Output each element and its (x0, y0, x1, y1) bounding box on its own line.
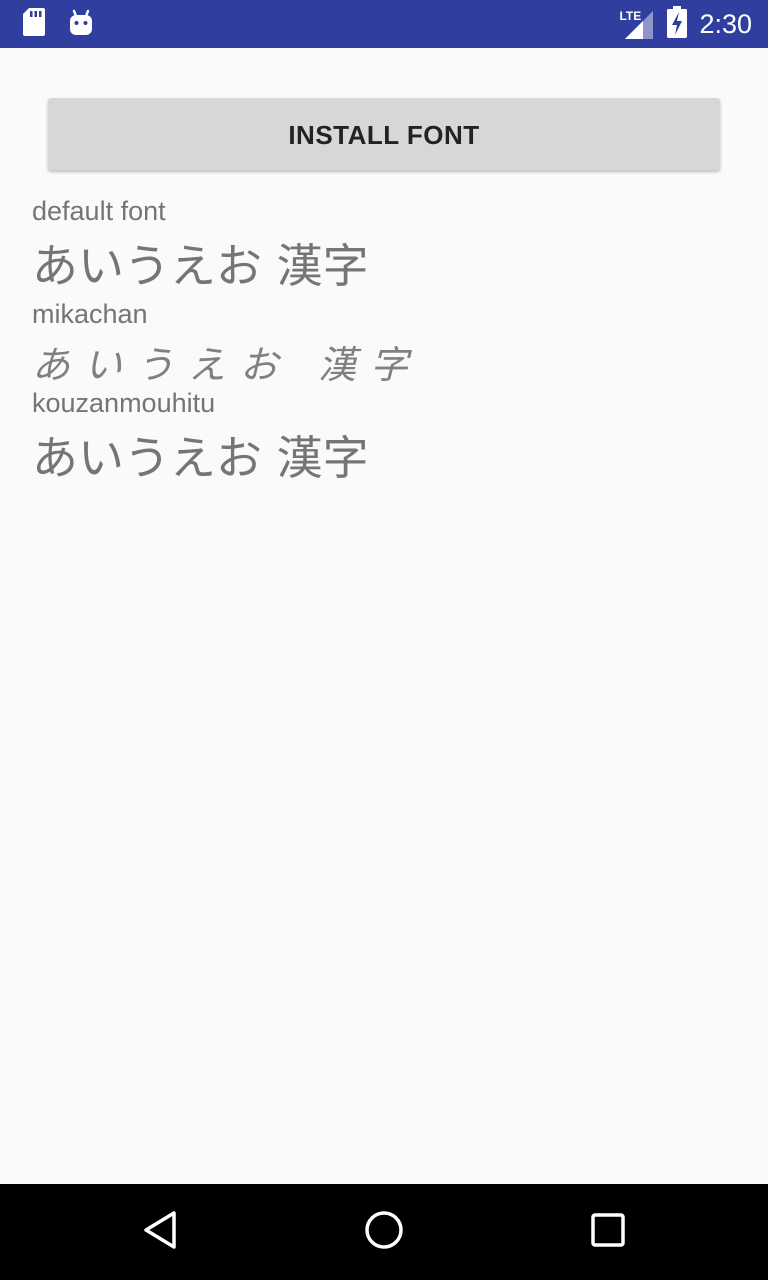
lte-signal-icon: LTE (619, 9, 655, 39)
font-name-label: kouzanmouhitu (32, 388, 216, 418)
back-button[interactable] (136, 1208, 184, 1256)
font-sample-text: あいうえお 漢字 (32, 431, 369, 485)
font-name-label: mikachan (32, 299, 148, 329)
navigation-bar (0, 1184, 768, 1280)
home-button[interactable] (360, 1208, 408, 1256)
main-content: INSTALL FONT default font あいうえお 漢字 mikac… (0, 48, 768, 1184)
recents-icon (590, 1212, 626, 1252)
clock: 2:30 (699, 9, 752, 39)
status-bar: LTE 2:30 (0, 0, 768, 48)
back-icon (142, 1210, 178, 1254)
font-sample-text: あいうえお 漢字 (32, 343, 423, 387)
install-font-button[interactable]: INSTALL FONT (48, 98, 720, 170)
font-sample-text: あいうえお 漢字 (32, 239, 369, 293)
home-icon (364, 1210, 404, 1254)
system-icons: LTE 2:30 (619, 0, 752, 48)
notification-icons (22, 8, 94, 40)
sd-card-icon (22, 7, 46, 41)
battery-charging-icon (667, 6, 688, 42)
font-name-label: default font (32, 196, 166, 226)
recents-button[interactable] (584, 1208, 632, 1256)
android-icon (68, 8, 94, 40)
